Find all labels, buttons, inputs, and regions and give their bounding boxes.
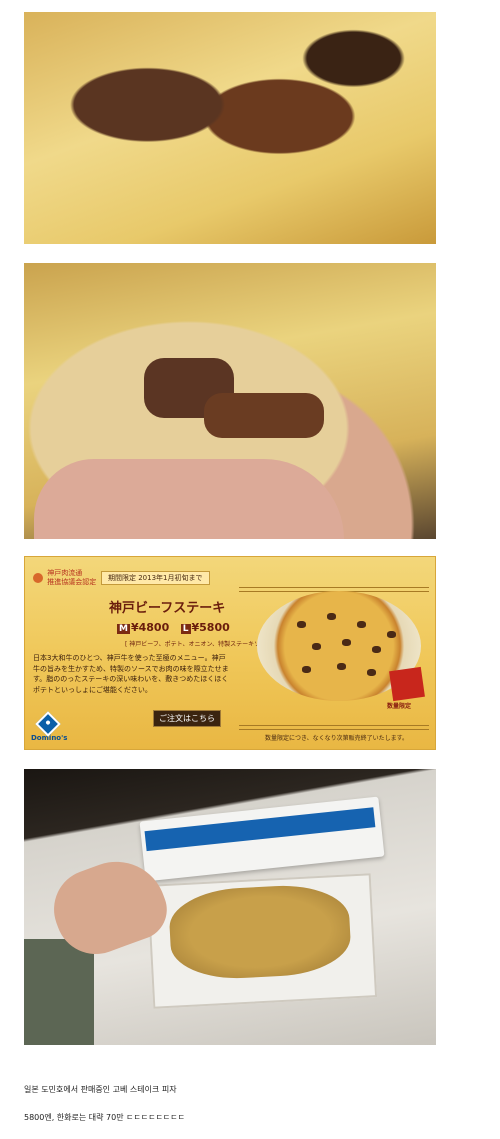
flower-seal-icon [33,573,43,584]
price-row: M ¥4800 L ¥5800 [117,621,230,634]
pizza-slice-photo [24,263,436,539]
steak-piece [204,393,324,438]
caption-line-1: 일본 도민호에서 판매중인 고베 스테이크 피자 [24,1085,177,1094]
ad-title: 神戸ビーフステーキ [109,601,226,616]
ad-description: 日本3大和牛のひとつ、神戸牛を使った至極のメニュー。神戸牛の旨みを生かすため、特… [33,654,229,694]
box-lid [139,796,385,882]
certification-seal: 神戸肉流通 推進協議会認定 [33,569,96,587]
order-button[interactable]: ご注文はこちら [153,710,221,727]
price-l: ¥5800 [191,621,230,634]
domino-tile-icon [35,711,61,737]
pizza-box-photo [24,769,436,1045]
dominos-logo: Domino's [31,711,67,742]
kobe-stamp [389,666,425,702]
seal-text: 神戸肉流通 推進協議会認定 [47,569,97,587]
limited-period-label: 期間限定 2013年1月初旬まで [101,571,210,585]
size-m-badge: M [117,624,130,634]
sold-out-note: 数量限定につき、なくなり次第販売終了いたします。 [265,735,408,742]
limited-quantity-label: 数量限定 [387,703,412,710]
sleeve [24,939,94,1045]
caption-line-2: 5800엔, 한화로는 대략 70만 ㄷㄷㄷㄷㄷㄷㄷㄷ [24,1113,186,1122]
pizza-closeup-photo [24,12,436,244]
size-l-badge: L [180,624,191,634]
kobe-beef-pizza-ad: 神戸肉流通 推進協議会認定 期間限定 2013年1月初旬まで 神戸ビーフステーキ… [24,556,436,750]
ornament-divider [239,725,429,730]
hand [34,459,344,539]
ingredients: [ 神戸ビーフ、ポテト、オニオン、特製ステーキソース ] [125,641,277,648]
price-m: ¥4800 [130,621,170,634]
